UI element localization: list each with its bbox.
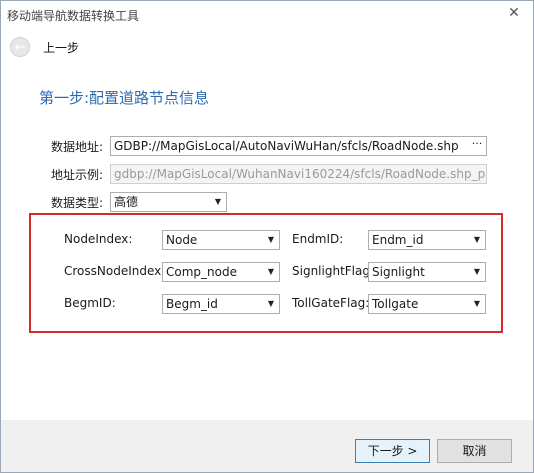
- dialog-window: 移动端导航数据转换工具 ✕ ← 上一步 第一步:配置道路节点信息 数据地址: G…: [0, 0, 534, 473]
- back-button[interactable]: ←: [10, 37, 30, 57]
- browse-button[interactable]: ···: [469, 138, 485, 154]
- tollgate-flag-label: TollGateFlag:: [292, 296, 370, 310]
- cancel-button[interactable]: 取消: [437, 439, 512, 463]
- endm-id-value: Endm_id: [372, 233, 424, 247]
- begm-id-label: BegmID:: [64, 296, 116, 310]
- begm-id-value: Begm_id: [166, 297, 218, 311]
- endm-id-select[interactable]: Endm_id ▼: [368, 230, 486, 250]
- data-address-field[interactable]: GDBP://MapGisLocal/AutoNaviWuHan/sfcls/R…: [110, 136, 487, 156]
- data-type-select[interactable]: 高德 ▼: [110, 192, 227, 212]
- cross-node-index-select[interactable]: Comp_node ▼: [162, 262, 280, 282]
- cross-node-index-label: CrossNodeIndex:: [64, 264, 166, 278]
- node-index-select[interactable]: Node ▼: [162, 230, 280, 250]
- data-type-label: 数据类型:: [51, 196, 104, 210]
- cross-node-index-value: Comp_node: [166, 265, 237, 279]
- back-bar: ← 上一步: [1, 29, 533, 65]
- content-panel: 第一步:配置道路节点信息 数据地址: GDBP://MapGisLocal/Au…: [1, 65, 533, 420]
- chevron-down-icon: ▼: [267, 299, 274, 308]
- chevron-down-icon: ▼: [473, 235, 480, 244]
- endm-id-label: EndmID:: [292, 232, 344, 246]
- address-example-field: gdbp://MapGisLocal/WuhanNavi160224/sfcls…: [110, 164, 487, 184]
- data-address-value: GDBP://MapGisLocal/AutoNaviWuHan/sfcls/R…: [114, 139, 459, 153]
- node-index-label: NodeIndex:: [64, 232, 133, 246]
- chevron-down-icon: ▼: [473, 299, 480, 308]
- address-example-label: 地址示例:: [51, 168, 104, 182]
- back-label[interactable]: 上一步: [43, 39, 79, 56]
- chevron-down-icon: ▼: [214, 197, 221, 206]
- footer-bar: 下一步 > 取消: [1, 420, 533, 472]
- chevron-down-icon: ▼: [267, 267, 274, 276]
- tollgate-flag-value: Tollgate: [372, 297, 419, 311]
- begm-id-select[interactable]: Begm_id ▼: [162, 294, 280, 314]
- close-icon[interactable]: ✕: [505, 5, 523, 21]
- window-title: 移动端导航数据转换工具: [7, 9, 140, 23]
- arrow-left-icon: ←: [15, 40, 26, 55]
- signlight-flag-label: SignlightFlag:: [292, 264, 375, 278]
- step-title: 第一步:配置道路节点信息: [39, 89, 210, 107]
- data-type-value: 高德: [114, 195, 139, 209]
- chevron-down-icon: ▼: [267, 235, 274, 244]
- field-mapping-group: NodeIndex: Node ▼ EndmID: Endm_id ▼ Cros…: [29, 213, 503, 333]
- signlight-flag-value: Signlight: [372, 265, 425, 279]
- data-address-label: 数据地址:: [51, 140, 104, 154]
- tollgate-flag-select[interactable]: Tollgate ▼: [368, 294, 486, 314]
- chevron-down-icon: ▼: [473, 267, 480, 276]
- address-example-value: gdbp://MapGisLocal/WuhanNavi160224/sfcls…: [114, 167, 487, 181]
- node-index-value: Node: [166, 233, 198, 247]
- signlight-flag-select[interactable]: Signlight ▼: [368, 262, 486, 282]
- next-button[interactable]: 下一步 >: [355, 439, 430, 463]
- title-bar: 移动端导航数据转换工具 ✕: [1, 1, 533, 29]
